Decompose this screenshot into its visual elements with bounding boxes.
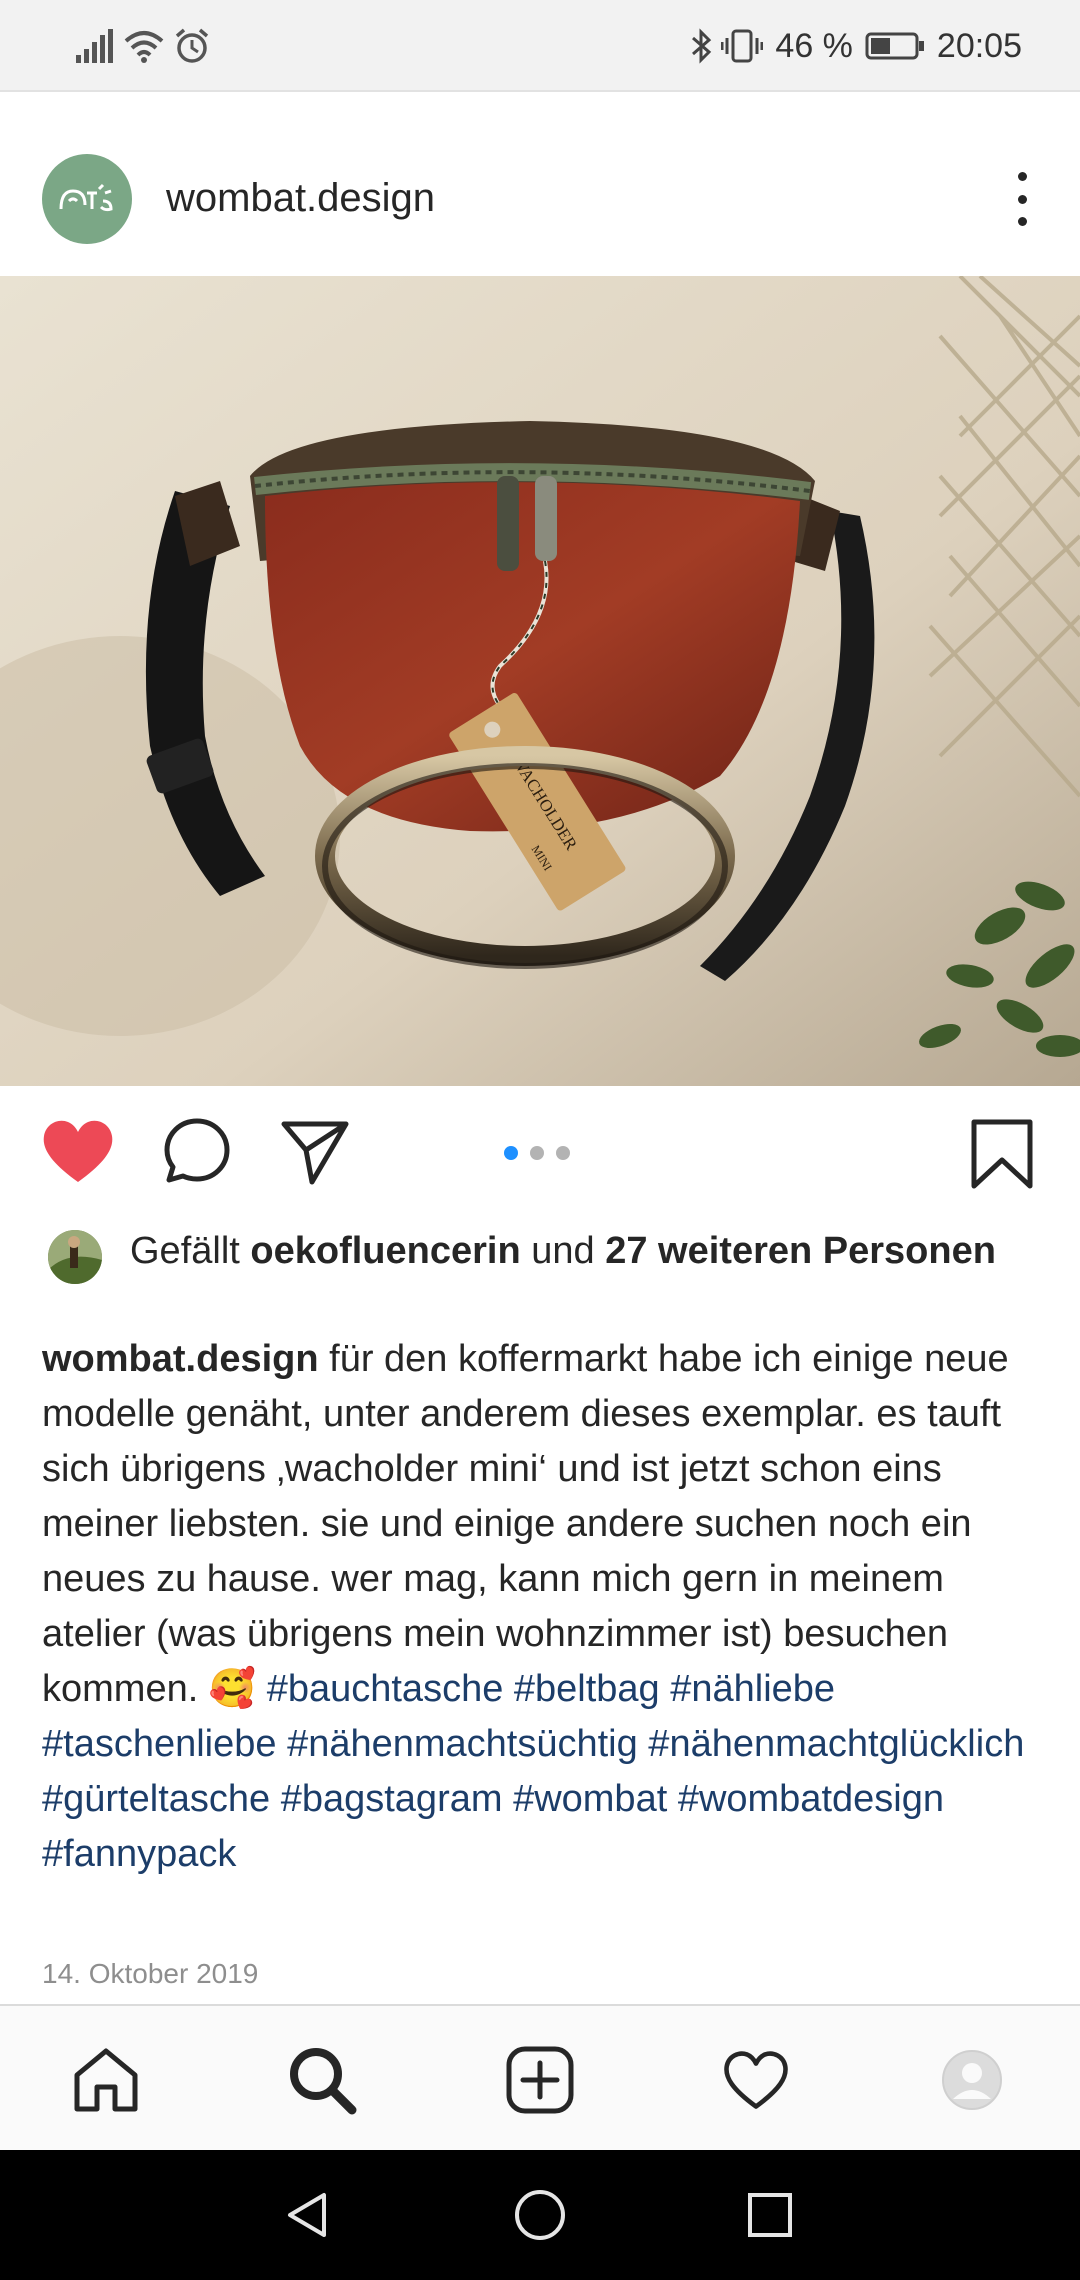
dot [1017, 194, 1027, 204]
liker-username[interactable]: oekofluencerin [250, 1230, 520, 1272]
bluetooth-icon [692, 28, 712, 64]
dot [1017, 172, 1027, 181]
post-header: wombat.design [0, 94, 1080, 276]
carousel-indicator [504, 1146, 570, 1160]
add-post-icon [506, 2046, 574, 2114]
back-triangle-icon [288, 2193, 326, 2237]
nav-profile[interactable] [934, 2042, 1010, 2118]
share-send-icon[interactable] [280, 1116, 350, 1186]
home-circle-icon [515, 2190, 565, 2240]
profile-avatar[interactable] [42, 154, 132, 244]
wombat-logo-icon [59, 183, 113, 212]
home-icon [74, 2048, 138, 2112]
clock: 20:05 [936, 26, 1022, 65]
caption-text: für den koffermarkt habe ich einige neue… [42, 1338, 1009, 1710]
carousel-dot [530, 1146, 544, 1160]
battery-percent: 46 % [775, 26, 853, 65]
save-bookmark-icon[interactable] [970, 1118, 1034, 1190]
nav-new-post[interactable] [502, 2042, 578, 2118]
battery-icon [865, 32, 924, 60]
nav-activity[interactable] [718, 2042, 794, 2118]
signal-icon [76, 29, 113, 63]
recents-square-icon [748, 2193, 792, 2237]
home-button[interactable] [512, 2187, 568, 2243]
likes-text: Gefällt oekofluencerin und 27 weiteren P… [130, 1226, 1030, 1276]
likes-connector: und [531, 1230, 595, 1272]
more-options-button[interactable] [994, 166, 1050, 232]
photo-illustration: WACHOLDER MINI [0, 276, 1080, 1086]
carousel-dot [504, 1146, 518, 1160]
system-navigation-bar [0, 2150, 1080, 2280]
status-right: 46 % 20:05 [689, 20, 1026, 72]
post-actions [0, 1086, 1080, 1226]
carousel-dot [556, 1146, 570, 1160]
caption-username[interactable]: wombat.design [42, 1338, 319, 1380]
recents-button[interactable] [742, 2187, 798, 2243]
nav-search[interactable] [284, 2042, 360, 2118]
search-icon [290, 2048, 357, 2115]
post-caption: wombat.design für den koffermarkt habe i… [42, 1332, 1042, 1882]
profile-avatar-icon [942, 2050, 1002, 2110]
status-bar: 46 % 20:05 [0, 0, 1080, 92]
wifi-icon [124, 31, 164, 63]
likes-others[interactable]: 27 weiteren Personen [605, 1230, 996, 1272]
post-photo[interactable]: WACHOLDER MINI [0, 276, 1080, 1086]
status-left [74, 20, 210, 72]
back-button[interactable] [280, 2187, 336, 2243]
vibrate-icon [721, 29, 764, 63]
liker-avatar[interactable] [48, 1230, 102, 1284]
heart-outline-icon [724, 2051, 788, 2109]
bottom-navigation [0, 2004, 1080, 2150]
dot [1017, 217, 1027, 226]
post-date: 14. Oktober 2019 [42, 1958, 259, 1989]
likes-prefix: Gefällt [130, 1230, 240, 1272]
alarm-icon [175, 28, 209, 63]
nav-home[interactable] [68, 2042, 144, 2118]
likes-summary: Gefällt oekofluencerin und 27 weiteren P… [0, 1226, 1080, 1326]
like-heart-icon[interactable] [40, 1116, 116, 1186]
comment-icon[interactable] [162, 1116, 232, 1186]
post-username[interactable]: wombat.design [166, 176, 435, 221]
